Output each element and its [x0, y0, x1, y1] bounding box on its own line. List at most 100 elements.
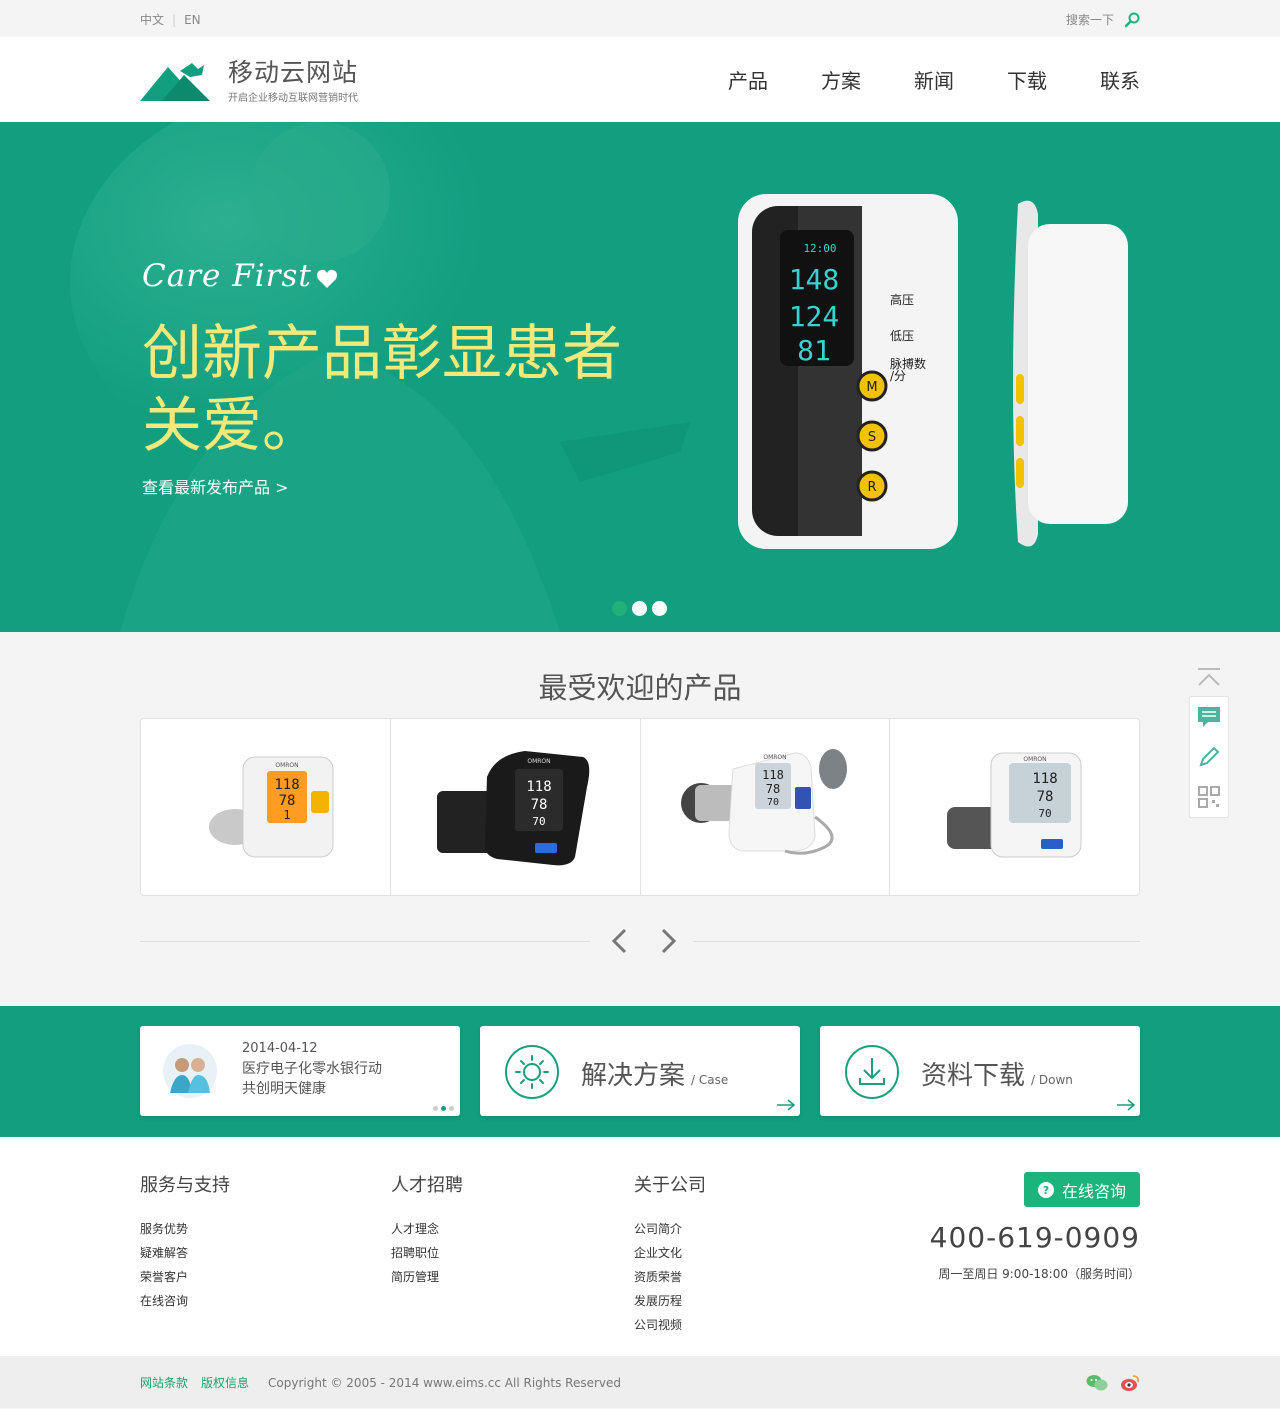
- site-logo[interactable]: 移动云网站 开启企业移动互联网营销时代: [140, 58, 358, 104]
- footer-link[interactable]: 发展历程: [634, 1289, 706, 1313]
- nav-news[interactable]: 新闻: [914, 65, 954, 94]
- product-card-4[interactable]: 118 78 70 OMRON: [890, 719, 1139, 895]
- pencil-icon[interactable]: [1197, 745, 1221, 769]
- slide-dot-3[interactable]: [652, 601, 667, 616]
- nav-downloads[interactable]: 下载: [1007, 65, 1047, 94]
- heart-icon: [317, 269, 337, 288]
- slide-dot-1[interactable]: [612, 601, 627, 616]
- back-to-top-button[interactable]: [1189, 658, 1229, 696]
- copyright-info-link[interactable]: 版权信息: [201, 1374, 249, 1391]
- search-label[interactable]: 搜索一下: [1066, 11, 1114, 28]
- svg-text:1: 1: [284, 808, 291, 822]
- footer-link[interactable]: 疑难解答: [140, 1241, 230, 1265]
- device-diastolic: 124: [789, 300, 840, 333]
- products-section: 最受欢迎的产品 118 78 1 OMRON 118 78 70 OMRON 1…: [140, 632, 1140, 1006]
- qr-code-icon[interactable]: [1197, 785, 1221, 809]
- svg-text:118: 118: [762, 768, 784, 782]
- top-search[interactable]: 搜索一下: [1066, 11, 1140, 28]
- solutions-card[interactable]: 解决方案 / Case: [480, 1026, 800, 1116]
- footer-link[interactable]: 公司视频: [634, 1313, 706, 1337]
- wechat-icon[interactable]: [1086, 1374, 1108, 1392]
- sun-icon: [505, 1045, 559, 1099]
- downloads-title[interactable]: 资料下载 / Down: [921, 1055, 1073, 1092]
- product-card-3[interactable]: 118 78 70 OMRON: [641, 719, 891, 895]
- footer-col-about: 关于公司 公司简介 企业文化 资质荣誉 发展历程 公司视频: [634, 1171, 706, 1337]
- svg-text:OMRON: OMRON: [276, 762, 299, 769]
- terms-link[interactable]: 网站条款: [140, 1374, 188, 1391]
- download-icon: [845, 1045, 899, 1099]
- svg-text:?: ?: [1043, 1184, 1049, 1197]
- device-button-m: M: [866, 380, 877, 395]
- service-hours: 周一至周日 9:00-18:00（服务时间）: [938, 1267, 1140, 1281]
- footer-link[interactable]: 企业文化: [634, 1241, 706, 1265]
- floating-toolbar: [1189, 658, 1229, 818]
- footer-link[interactable]: 荣誉客户: [140, 1265, 230, 1289]
- news-thumbnail-avatar: [163, 1044, 217, 1098]
- downloads-card[interactable]: 资料下载 / Down: [820, 1026, 1140, 1116]
- footer-link[interactable]: 服务优势: [140, 1217, 230, 1241]
- footer-link[interactable]: 资质荣誉: [634, 1265, 706, 1289]
- divider: |: [172, 13, 177, 27]
- nav-products[interactable]: 产品: [728, 65, 768, 94]
- feature-band: 2014-04-12 医疗电子化零水银行动 共创明天健康 解决方案 / Case…: [0, 1006, 1280, 1137]
- svg-text:118: 118: [526, 779, 551, 795]
- news-dot-1[interactable]: [433, 1106, 438, 1111]
- lang-en-link[interactable]: EN: [184, 13, 201, 27]
- news-line-1[interactable]: 医疗电子化零水银行动: [242, 1059, 422, 1079]
- device-time: 12:00: [803, 242, 836, 255]
- language-switcher: 中文 | EN: [140, 11, 201, 28]
- online-consult-button[interactable]: ? 在线咨询: [1024, 1172, 1140, 1207]
- solutions-title-text[interactable]: 解决方案: [581, 1061, 685, 1091]
- back-to-top-icon[interactable]: [1196, 666, 1222, 688]
- product-image-1[interactable]: 118 78 1 OMRON: [195, 747, 335, 867]
- product-card-2[interactable]: 118 78 70 OMRON: [391, 719, 641, 895]
- hero-headline: 创新产品彰显患者 关爱。: [142, 318, 642, 462]
- footer-link[interactable]: 公司简介: [634, 1217, 706, 1241]
- footer-link[interactable]: 人才理念: [391, 1217, 463, 1241]
- product-image-4[interactable]: 118 78 70 OMRON: [945, 747, 1085, 862]
- slide-dot-2[interactable]: [632, 601, 647, 616]
- device-button-r: R: [867, 480, 876, 495]
- nav-solutions[interactable]: 方案: [821, 65, 861, 94]
- device-label-pulse-unit: /分: [890, 369, 906, 383]
- search-icon[interactable]: [1124, 12, 1140, 28]
- weibo-icon[interactable]: [1120, 1374, 1140, 1392]
- nav-contact[interactable]: 联系: [1100, 65, 1140, 94]
- product-image-2[interactable]: 118 78 70 OMRON: [435, 747, 595, 872]
- svg-text:118: 118: [1032, 771, 1057, 787]
- news-headline[interactable]: 医疗电子化零水银行动 共创明天健康: [242, 1059, 422, 1099]
- downloads-title-text[interactable]: 资料下载: [921, 1061, 1025, 1091]
- chevron-right-icon[interactable]: [652, 926, 682, 956]
- feedback-button[interactable]: [1190, 737, 1228, 777]
- device-pulse: 81: [797, 334, 831, 367]
- solutions-title[interactable]: 解决方案 / Case: [581, 1055, 728, 1092]
- news-line-2[interactable]: 共创明天健康: [242, 1079, 422, 1099]
- latest-products-link[interactable]: 查看最新发布产品 >: [142, 474, 289, 498]
- news-card[interactable]: 2014-04-12 医疗电子化零水银行动 共创明天健康: [140, 1026, 460, 1116]
- qr-code-button[interactable]: [1190, 777, 1228, 817]
- news-dot-2[interactable]: [441, 1106, 446, 1111]
- hero-script-title: Care First: [142, 258, 312, 294]
- svg-text:70: 70: [767, 797, 779, 808]
- bottom-bar: 网站条款 版权信息 Copyright © 2005 - 2014 www.ei…: [0, 1356, 1280, 1408]
- toolbar-box: [1189, 696, 1229, 818]
- arrow-right-icon[interactable]: [1116, 1099, 1136, 1111]
- lang-cn-link[interactable]: 中文: [140, 13, 164, 27]
- footer-link[interactable]: 简历管理: [391, 1265, 463, 1289]
- footer-col-title: 关于公司: [634, 1175, 706, 1196]
- svg-text:OMRON: OMRON: [763, 754, 786, 761]
- chat-icon[interactable]: [1196, 705, 1222, 729]
- message-button[interactable]: [1190, 697, 1228, 737]
- news-dot-3[interactable]: [449, 1106, 454, 1111]
- chevron-left-icon[interactable]: [606, 926, 636, 956]
- product-card-1[interactable]: 118 78 1 OMRON: [141, 719, 391, 895]
- products-carousel: 118 78 1 OMRON 118 78 70 OMRON 118 78 70…: [140, 718, 1140, 896]
- footer-link[interactable]: 招聘职位: [391, 1241, 463, 1265]
- social-links: [1086, 1374, 1140, 1392]
- arrow-right-icon[interactable]: [776, 1099, 796, 1111]
- carousel-controls: [140, 896, 1140, 1006]
- product-image-3[interactable]: 118 78 70 OMRON: [675, 747, 855, 862]
- svg-text:78: 78: [1036, 789, 1053, 805]
- footer-link[interactable]: 在线咨询: [140, 1289, 230, 1313]
- online-consult-label[interactable]: 在线咨询: [1062, 1178, 1126, 1202]
